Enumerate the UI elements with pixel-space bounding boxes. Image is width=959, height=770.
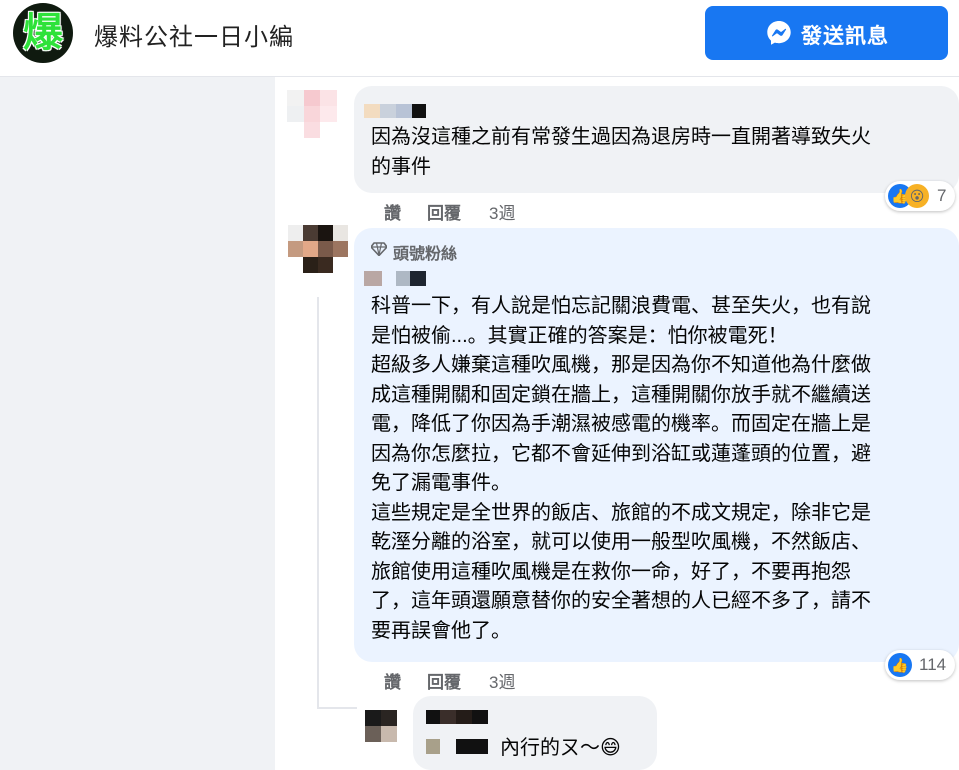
messenger-icon: [767, 21, 791, 45]
comment-line: 的事件: [371, 155, 431, 178]
comment-line: 是怕被偷...。其實正確的答案是：怕你被電死！: [371, 324, 788, 347]
reaction-summary[interactable]: 👍 😮 7: [885, 181, 955, 211]
reaction-count: 7: [937, 186, 947, 205]
comment-line: 這些規定是全世界的飯店、旅館的不成文規定，除非它是: [371, 501, 871, 524]
page-header: 爆 爆料公社一日小編 發送訊息: [0, 0, 959, 77]
redacted-username: [364, 104, 426, 118]
grinning-emoji-icon: 😄: [600, 737, 621, 759]
diamond-icon: [371, 242, 387, 256]
like-link[interactable]: 讚: [384, 199, 401, 224]
reaction-count: 114: [919, 655, 947, 674]
comment-line: 旅館使用這種吹風機是在救你一命，好了，不要再抱怨: [371, 560, 851, 583]
timestamp[interactable]: 3週: [489, 668, 515, 693]
reply-text: 內行的ㄡ～😄: [500, 734, 621, 764]
redacted-username: [364, 271, 426, 286]
comment-text: 因為沒這種之前有常發生過因為退房時一直開著導致失火 的事件: [371, 123, 871, 182]
badge-label: 頭號粉絲: [393, 246, 458, 263]
like-link[interactable]: 讚: [384, 668, 401, 693]
redacted-username: [426, 710, 488, 724]
wow-icon: 😮: [905, 184, 929, 208]
left-pane: [0, 77, 275, 770]
avatar[interactable]: [287, 90, 337, 138]
send-message-button[interactable]: 發送訊息: [705, 6, 948, 60]
avatar[interactable]: [365, 710, 397, 742]
thread-line-branch: [317, 707, 357, 709]
like-icon: 👍: [888, 653, 912, 677]
avatar[interactable]: [288, 225, 348, 273]
comment-line: 免了漏電事件。: [371, 472, 511, 494]
send-message-label: 發送訊息: [801, 25, 889, 48]
comment-line: 電，降低了你因為手潮濕被感電的機率。而固定在牆上是: [371, 413, 871, 435]
comment-actions: 讚 回覆 3週: [384, 668, 584, 693]
comment-line: 科普一下，有人說是怕忘記關浪費電、甚至失火，也有說: [371, 295, 871, 317]
comment-line: 成這種開關和固定鎖在牆上，這種開關你放手就不繼續送: [371, 383, 871, 406]
page-logo[interactable]: 爆: [13, 3, 73, 63]
comment-actions: 讚 回覆 3週: [384, 199, 584, 224]
page-name[interactable]: 爆料公社一日小編: [94, 17, 294, 52]
redacted-mention: [426, 739, 488, 754]
page-logo-char: 爆: [23, 10, 63, 56]
timestamp[interactable]: 3週: [489, 199, 515, 224]
comment-text: 科普一下，有人說是怕忘記關浪費電、甚至失火，也有說 是怕被偷...。其實正確的答…: [371, 292, 871, 646]
reaction-summary[interactable]: 👍 114: [885, 650, 955, 680]
thread-line: [317, 297, 319, 709]
comment-line: 因為沒這種之前有常發生過因為退房時一直開著導致失火: [371, 126, 871, 148]
comment-line: 要再誤會他了。: [371, 619, 511, 642]
comment-line: 了，這年頭還願意替你的安全著想的人已經不多了，請不: [371, 590, 871, 612]
comment-line: 超級多人嫌棄這種吹風機，那是因為你不知道他為什麼做: [371, 354, 871, 376]
reply-link[interactable]: 回覆: [427, 199, 461, 224]
comment-line: 因為你怎麼拉，它都不會延伸到浴缸或蓮蓬頭的位置，避: [371, 442, 871, 465]
comment-line: 乾溼分離的浴室，就可以使用一般型吹風機，不然飯店、: [371, 531, 871, 553]
reply-text-body: 內行的ㄡ～: [500, 737, 600, 759]
reply-link[interactable]: 回覆: [427, 668, 461, 693]
